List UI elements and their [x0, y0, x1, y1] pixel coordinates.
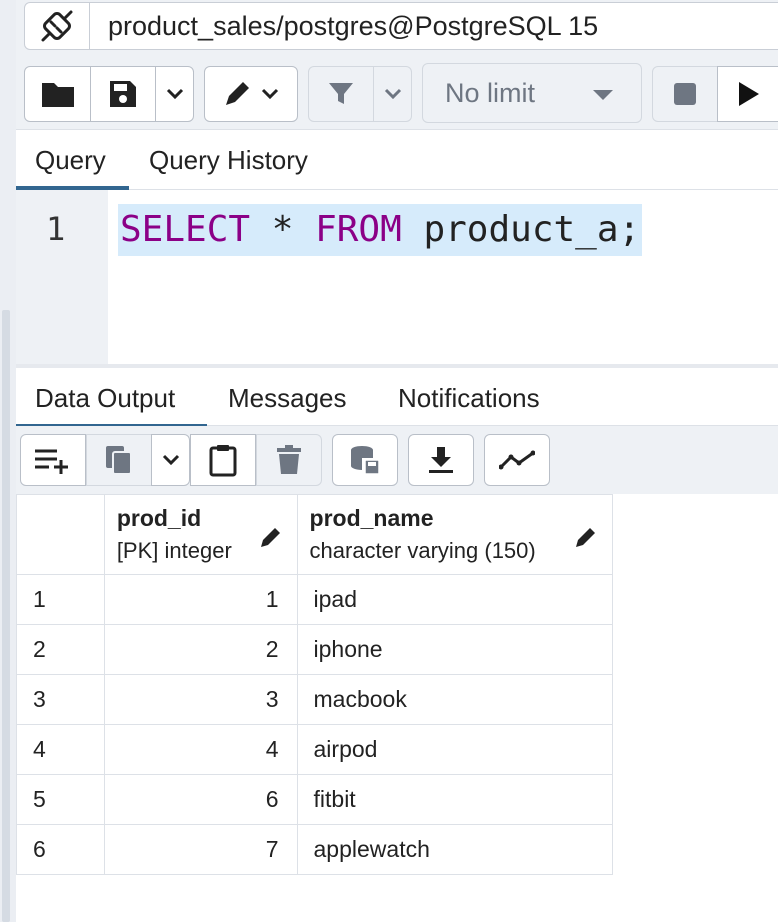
sql-text: *: [250, 209, 316, 250]
tab-messages[interactable]: Messages: [228, 368, 347, 428]
tab-data-output[interactable]: Data Output: [16, 368, 207, 428]
tab-notifications-label: Notifications: [398, 382, 540, 413]
output-tabs: Data Output Messages Notifications: [16, 368, 778, 428]
database-save-icon: [351, 446, 380, 475]
cell-prod-name[interactable]: applewatch: [296, 824, 614, 875]
tab-data-output-label: Data Output: [35, 382, 176, 413]
filter-icon: [329, 83, 353, 104]
sql-keyword: SELECT: [120, 209, 251, 250]
tab-notifications[interactable]: Notifications: [398, 368, 540, 428]
data-grid: prod_id [PK] integer prod_name character…: [16, 494, 614, 875]
stop-query-button[interactable]: [652, 66, 718, 122]
clipboard-icon: [209, 445, 237, 477]
chevron-down-icon: [384, 88, 401, 100]
table-row[interactable]: 4 4 airpod: [16, 724, 614, 775]
trash-icon: [277, 445, 301, 474]
folder-icon: [41, 83, 74, 107]
row-number-header[interactable]: [16, 494, 105, 575]
graph-visualiser-button[interactable]: [484, 434, 550, 486]
row-number[interactable]: 6: [16, 824, 105, 875]
add-row-icon: [35, 449, 68, 474]
paste-button[interactable]: [190, 434, 256, 486]
connection-title[interactable]: product_sales/postgres@PostgreSQL 15: [90, 2, 778, 50]
row-number[interactable]: 2: [16, 624, 105, 675]
table-row[interactable]: 2 2 iphone: [16, 624, 614, 675]
tab-messages-label: Messages: [228, 382, 347, 413]
filter-options-dropdown[interactable]: [373, 66, 412, 122]
copy-options-dropdown[interactable]: [151, 434, 190, 486]
tab-query-history-label: Query History: [149, 144, 308, 175]
table-row[interactable]: 5 6 fitbit: [16, 774, 614, 825]
cell-prod-id[interactable]: 1: [103, 574, 298, 625]
save-button[interactable]: [90, 66, 156, 122]
sql-text: product_a;: [401, 209, 641, 250]
column-type: character varying (150): [309, 538, 536, 563]
delete-row-button[interactable]: [256, 434, 322, 486]
open-file-button[interactable]: [24, 66, 91, 122]
cell-prod-name[interactable]: airpod: [296, 724, 614, 775]
table-row[interactable]: 3 3 macbook: [16, 674, 614, 725]
save-options-dropdown[interactable]: [155, 66, 194, 122]
cell-prod-name[interactable]: fitbit: [296, 774, 614, 825]
copy-icon: [106, 446, 132, 475]
row-limit-value: No limit: [445, 77, 536, 108]
column-name: prod_name: [309, 505, 434, 531]
sql-editor[interactable]: 1 SELECT * FROM product_a;: [16, 190, 778, 364]
left-scrollbar[interactable]: [2, 310, 10, 922]
save-icon: [110, 81, 136, 107]
cell-prod-name[interactable]: macbook: [296, 674, 614, 725]
cell-prod-id[interactable]: 3: [103, 674, 298, 725]
cell-prod-name[interactable]: iphone: [296, 624, 614, 675]
edit-options-button[interactable]: [204, 66, 298, 122]
pencil-icon: [260, 528, 280, 547]
table-row[interactable]: 6 7 applewatch: [16, 824, 614, 875]
column-header-prod-id[interactable]: prod_id [PK] integer: [103, 494, 298, 575]
connection-status-button[interactable]: [24, 2, 90, 50]
tab-query[interactable]: Query: [16, 130, 129, 190]
pencil-icon: [576, 528, 595, 547]
cell-prod-id[interactable]: 2: [103, 624, 298, 675]
tab-query-label: Query: [35, 144, 106, 175]
download-icon: [429, 447, 453, 473]
query-tabs: Query Query History: [16, 130, 778, 190]
row-number[interactable]: 5: [16, 774, 105, 825]
download-button[interactable]: [408, 434, 474, 486]
column-header-prod-name[interactable]: prod_name character varying (150): [296, 494, 614, 575]
add-row-button[interactable]: [20, 434, 86, 486]
sql-keyword: FROM: [315, 209, 402, 250]
table-row[interactable]: 1 1 ipad: [16, 574, 614, 625]
line-chart-icon: [499, 450, 535, 470]
row-number[interactable]: 1: [16, 574, 105, 625]
cell-prod-name[interactable]: ipad: [296, 574, 614, 625]
chevron-down-icon: [166, 88, 183, 100]
row-limit-select[interactable]: No limit: [422, 63, 642, 123]
row-number[interactable]: 3: [16, 674, 105, 725]
filter-button[interactable]: [308, 66, 374, 122]
disconnected-plug-icon: [41, 10, 73, 42]
caret-down-icon: [593, 90, 613, 100]
tab-query-history[interactable]: Query History: [149, 130, 308, 190]
play-icon: [739, 82, 759, 106]
editor-gutter: 1: [16, 190, 108, 364]
cell-prod-id[interactable]: 4: [103, 724, 298, 775]
chevron-down-icon: [162, 454, 179, 466]
stop-icon: [674, 83, 696, 105]
execute-query-button[interactable]: [717, 66, 778, 122]
row-number[interactable]: 4: [16, 724, 105, 775]
cell-prod-id[interactable]: 6: [103, 774, 298, 825]
cell-prod-id[interactable]: 7: [103, 824, 298, 875]
save-data-button[interactable]: [332, 434, 398, 486]
line-number: 1: [46, 210, 66, 248]
copy-button[interactable]: [86, 434, 152, 486]
code-line[interactable]: SELECT * FROM product_a;: [118, 204, 643, 256]
chevron-down-icon: [261, 88, 279, 100]
pen-icon: [226, 82, 249, 105]
